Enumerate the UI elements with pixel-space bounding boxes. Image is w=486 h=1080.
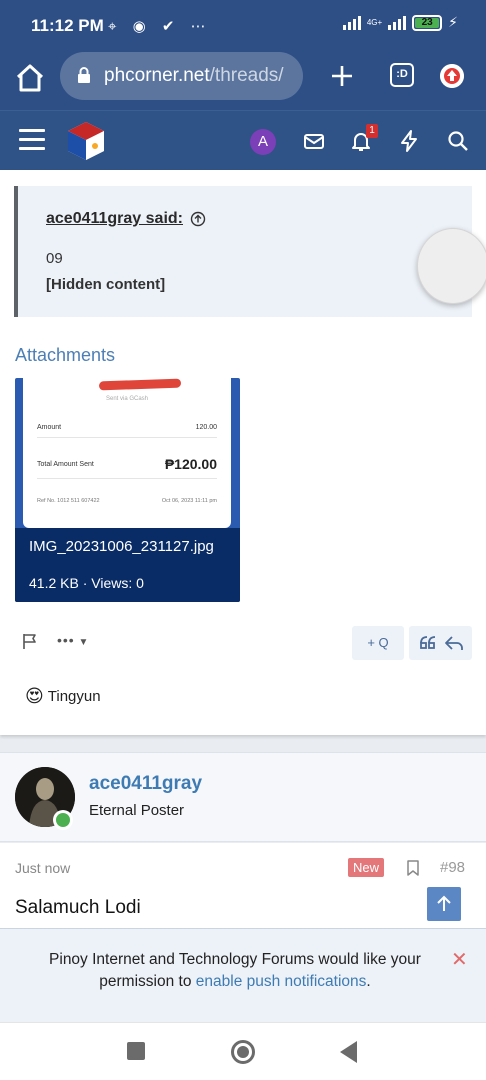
- battery-level: 23: [415, 17, 440, 28]
- home-icon[interactable]: [14, 62, 46, 94]
- notice-text-after: .: [366, 973, 371, 990]
- status-right-icons: 4G+ 23 ⚡: [342, 14, 458, 31]
- quote-text: 09: [46, 250, 63, 267]
- receipt-amount-value: 120.00: [195, 424, 217, 431]
- receipt-subtitle: Sent via GCash: [105, 396, 149, 402]
- receipt-amount-label: Amount: [37, 424, 62, 431]
- post-user-card: ace0411gray Eternal Poster: [0, 752, 486, 842]
- status-notification-icons: ⌖ ◉ ✔ ⋯: [108, 18, 212, 35]
- chevron-down-icon: ▼: [74, 637, 90, 648]
- reply-icon: [445, 636, 463, 650]
- close-icon[interactable]: ✕: [451, 947, 468, 972]
- status-bar: 11:12 PM ⌖ ◉ ✔ ⋯ 4G+ 23 ⚡: [0, 0, 486, 50]
- quote-author-link[interactable]: ace0411gray said:: [46, 210, 183, 228]
- post-time[interactable]: Just now: [15, 860, 70, 876]
- browser-toolbar: phcorner.net/threads/ :D: [0, 50, 486, 110]
- attachment-thumbnail[interactable]: Sent via GCash Amount 120.00 Total Amoun…: [15, 378, 240, 602]
- post-username[interactable]: ace0411gray: [89, 773, 202, 795]
- floating-assistive-button[interactable]: [417, 228, 486, 304]
- more-options-button[interactable]: ••• ▼: [57, 632, 89, 648]
- push-notification-notice: Pinoy Internet and Technology Forums wou…: [0, 928, 486, 1022]
- flag-icon[interactable]: [21, 632, 39, 650]
- user-title: Eternal Poster: [89, 802, 185, 819]
- post-card-2: Just now New #98 Salamuch Lodi: [0, 843, 486, 933]
- scroll-to-top-button[interactable]: [427, 887, 461, 921]
- browser-update-icon[interactable]: [440, 64, 464, 88]
- url-path: /threads/: [209, 65, 284, 86]
- notice-text: Pinoy Internet and Technology Forums wou…: [30, 949, 440, 993]
- receipt-total-value: ₱120.00: [164, 456, 217, 472]
- charging-icon: ⚡: [448, 14, 458, 30]
- menu-icon[interactable]: [19, 129, 45, 151]
- system-nav-bar: [0, 1022, 486, 1080]
- attachments-heading: Attachments: [15, 345, 116, 365]
- receipt-ref: Ref No. 1012 511 607422: [37, 498, 100, 504]
- quote-block: ace0411gray said: 09 [Hidden content]: [14, 186, 472, 317]
- hidden-content-label: [Hidden content]: [46, 276, 166, 293]
- new-tab-icon[interactable]: [330, 64, 354, 88]
- multi-quote-button[interactable]: + Q: [352, 626, 404, 660]
- tab-switcher-button[interactable]: :D: [390, 63, 414, 87]
- jump-to-quote-icon[interactable]: [190, 211, 206, 227]
- status-time: 11:12 PM: [31, 16, 104, 35]
- receipt-amount-row: Amount 120.00: [37, 424, 217, 438]
- arrow-up-icon: [437, 895, 451, 911]
- post-body: Salamuch Lodi: [15, 897, 141, 918]
- bolt-icon[interactable]: [397, 129, 421, 153]
- online-status-icon: [53, 810, 73, 830]
- heart-eyes-reaction-icon: 😍: [25, 686, 44, 706]
- post-number[interactable]: #98: [440, 859, 465, 876]
- quote-marks-icon: [420, 636, 436, 649]
- attachment-meta: 41.2 KB · Views: 0: [29, 575, 144, 591]
- network-type: 4G+: [366, 17, 383, 27]
- reaction-summary[interactable]: 😍 Tingyun: [25, 686, 101, 707]
- receipt-image: Sent via GCash Amount 120.00 Total Amoun…: [23, 378, 231, 528]
- post-card: ace0411gray said: 09 [Hidden content] At…: [0, 170, 486, 735]
- enable-push-link[interactable]: enable push notifications: [196, 973, 367, 990]
- url-host: phcorner.net: [104, 65, 210, 86]
- receipt-total-label: Total Amount Sent: [37, 460, 94, 468]
- redaction-mark: [98, 378, 182, 391]
- user-avatar-button[interactable]: A: [250, 129, 276, 155]
- forum-header: A 1: [0, 110, 486, 170]
- new-badge: New: [348, 858, 385, 877]
- battery-icon: 23: [412, 14, 443, 31]
- receipt-total-row: Total Amount Sent ₱120.00: [37, 456, 217, 479]
- receipt-date: Oct 06, 2023 11:11 pm: [161, 498, 217, 504]
- more-label: •••: [57, 632, 75, 648]
- attachment-filename[interactable]: IMG_20231006_231127.jpg: [29, 538, 214, 555]
- reaction-user[interactable]: Tingyun: [48, 688, 101, 705]
- back-button[interactable]: [340, 1041, 357, 1063]
- address-bar[interactable]: phcorner.net/threads/: [60, 52, 303, 100]
- alerts-badge: 1: [366, 124, 378, 138]
- recents-button[interactable]: [127, 1042, 145, 1060]
- bookmark-icon[interactable]: [405, 859, 421, 877]
- receipt-ref-row: Ref No. 1012 511 607422 Oct 06, 2023 11:…: [37, 498, 217, 510]
- signal-icon: [342, 15, 361, 30]
- signal-icon-2: [388, 15, 407, 30]
- url-text: phcorner.net/threads/: [104, 65, 294, 87]
- site-logo[interactable]: [64, 119, 108, 163]
- inbox-icon[interactable]: [302, 129, 326, 153]
- reply-button[interactable]: [409, 626, 472, 660]
- lock-icon: [78, 67, 90, 83]
- home-button[interactable]: [231, 1040, 255, 1064]
- search-icon[interactable]: [446, 129, 470, 153]
